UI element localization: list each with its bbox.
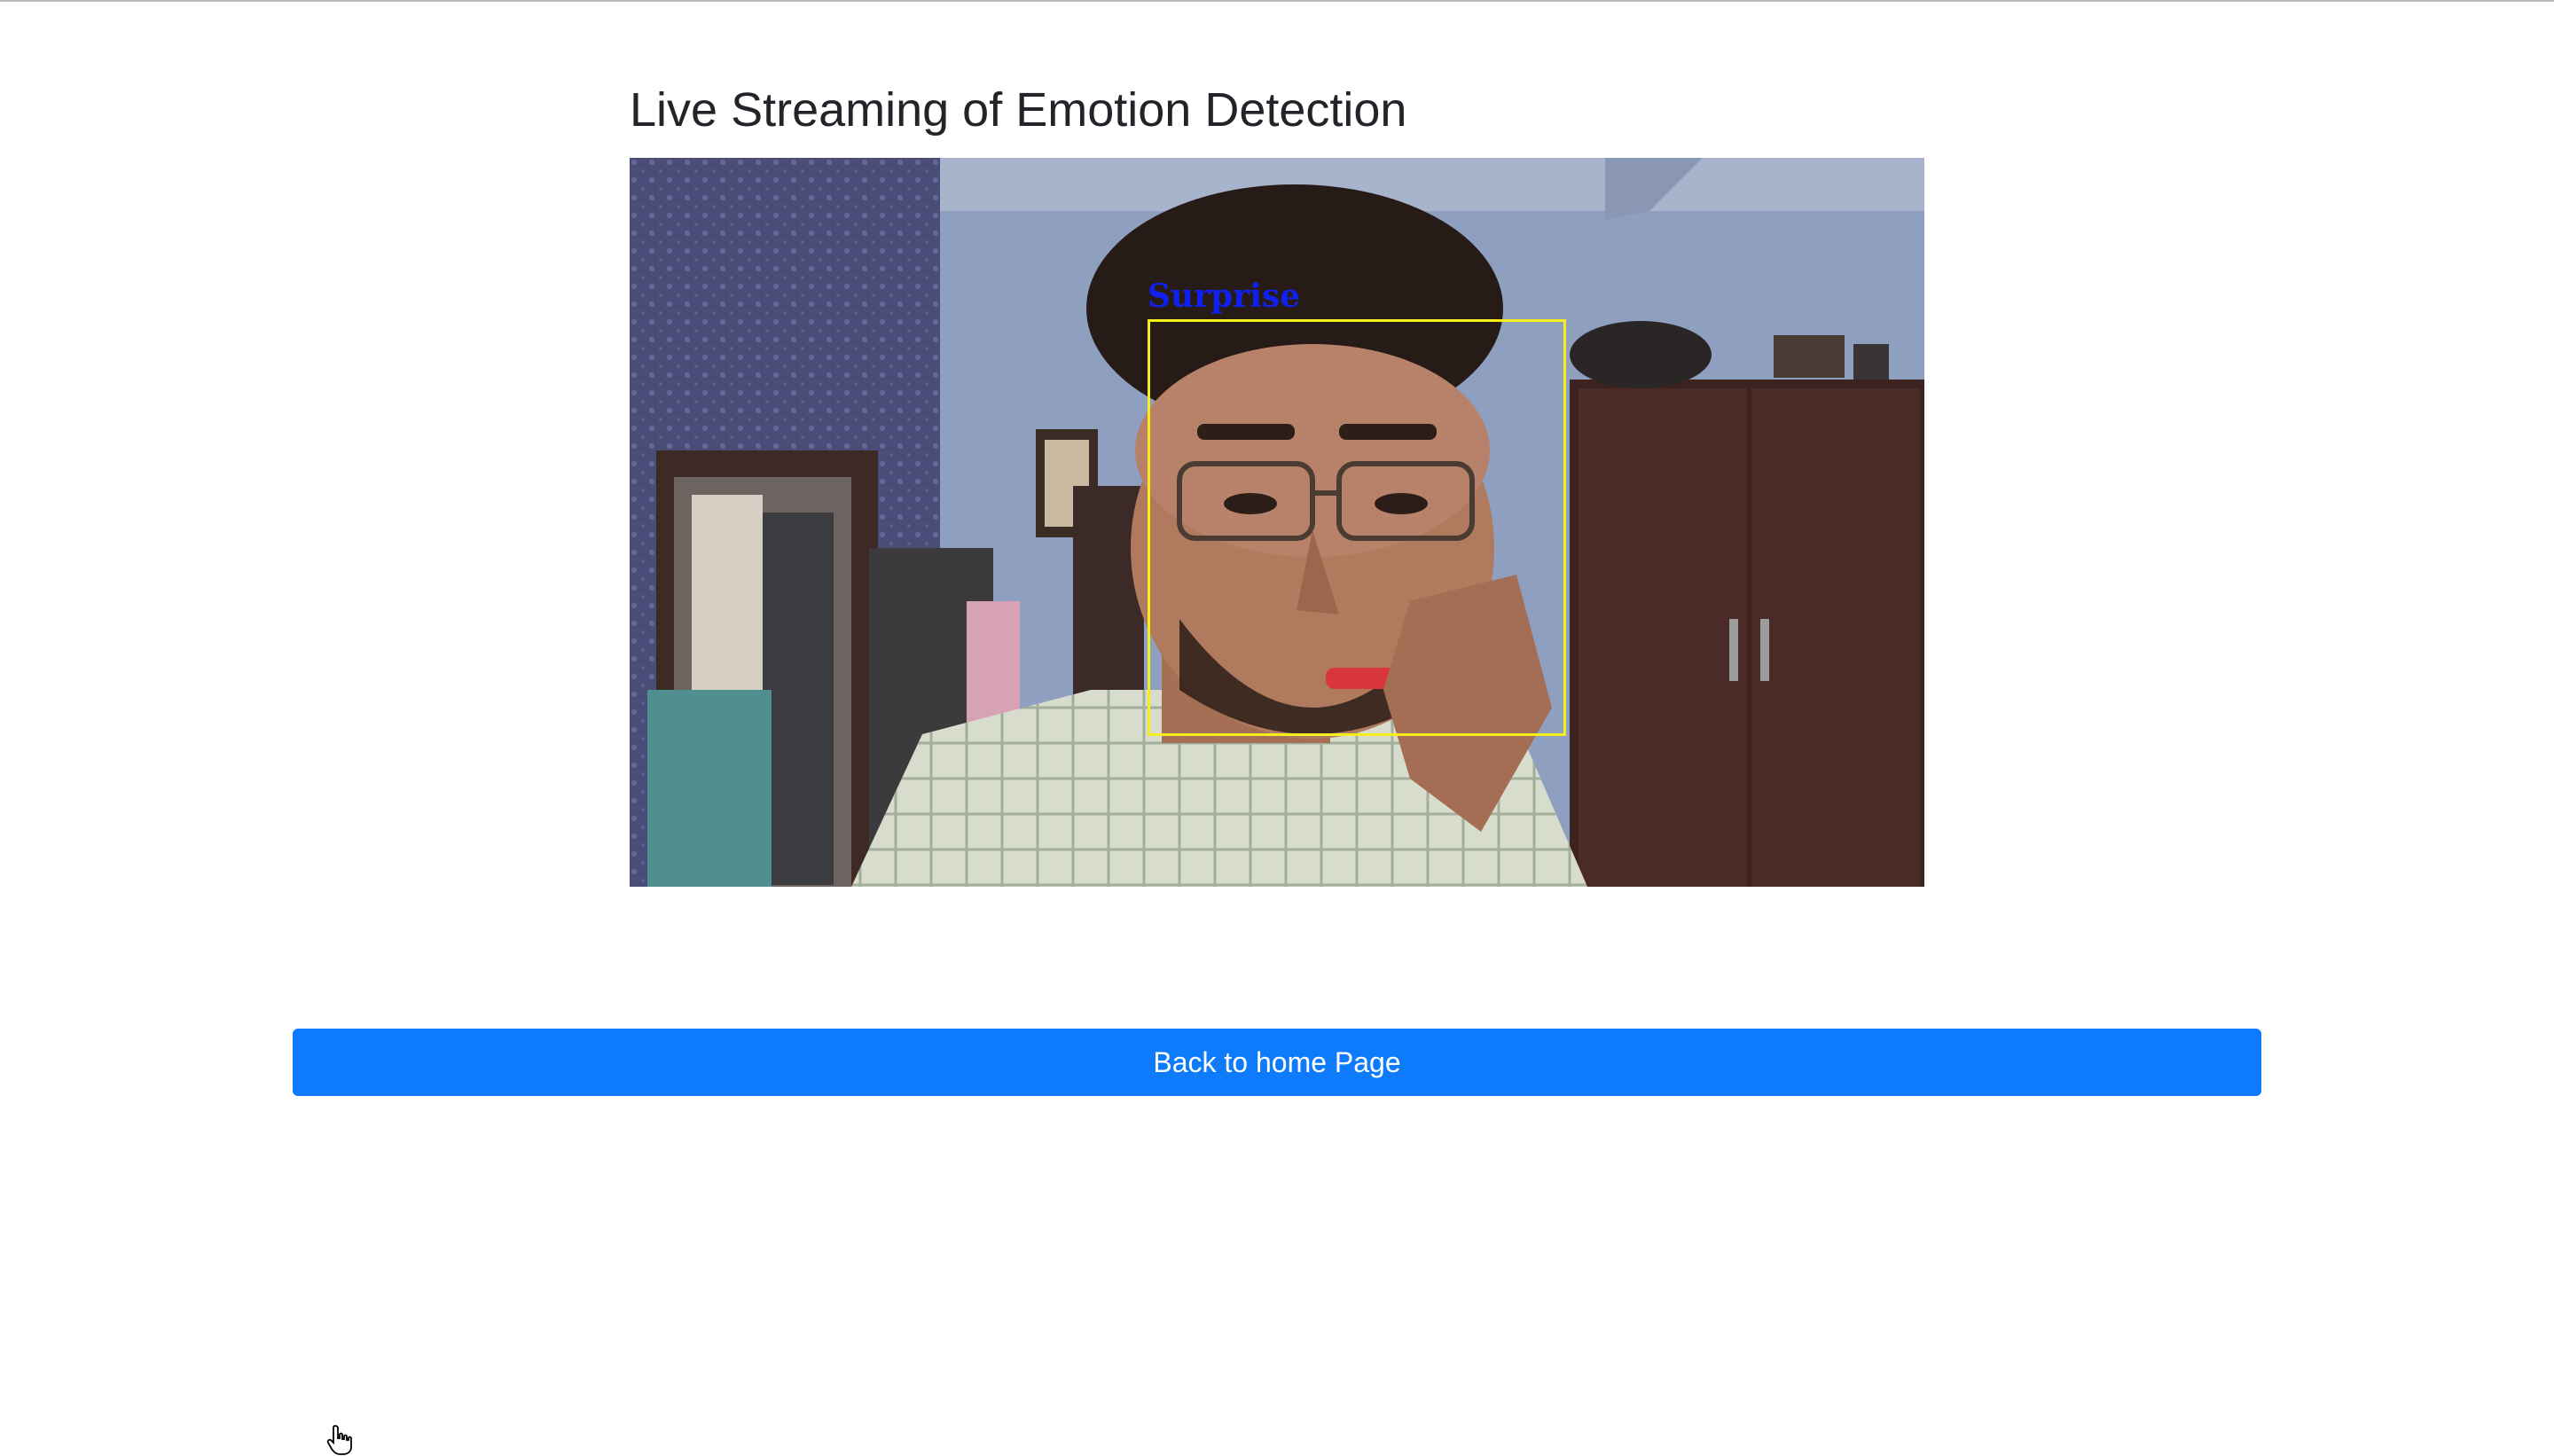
page-title: Live Streaming of Emotion Detection: [630, 83, 1407, 137]
face-detection-box: [1148, 319, 1566, 736]
video-stream: Surprise: [630, 158, 1924, 887]
emotion-label: Surprise: [1148, 278, 1301, 315]
top-border: [0, 0, 2554, 2]
hand-pointer-icon: [326, 1425, 352, 1455]
back-to-home-button[interactable]: Back to home Page: [293, 1029, 2261, 1096]
